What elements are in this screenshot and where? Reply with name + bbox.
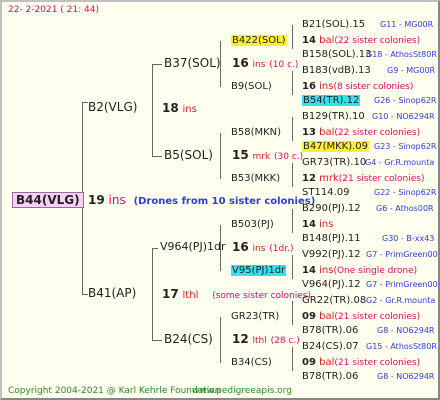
connector — [292, 255, 293, 279]
website-link[interactable]: www.pedigreeapis.org — [192, 385, 292, 397]
gen3-node[interactable]: V95(PJ)1dr — [231, 265, 287, 277]
gen3-stats: 09 bal(21 sister colonies) — [302, 311, 421, 322]
gen3-node[interactable]: B503(PJ) — [231, 219, 274, 231]
gen4-ref: G23 - Sinop62R — [374, 142, 437, 151]
gen4-ref: G8 - NO6294R — [377, 326, 435, 335]
gen4-node[interactable]: B21(SOL).15 — [302, 19, 365, 31]
gen2-stats: 12 lthl (28 c.) — [232, 332, 300, 346]
gen2-node[interactable]: B5(SOL) — [164, 149, 213, 161]
gen2-stats: 15 mrk (30 c.) — [232, 148, 304, 162]
connector — [292, 163, 293, 187]
gen4-node[interactable]: GR22(TR).08 — [302, 295, 366, 307]
gen3-stats: 14 ins(One single drone) — [302, 265, 418, 276]
gen3-stats: 16 ins(8 sister colonies) — [302, 81, 414, 92]
connector — [220, 133, 221, 179]
connector — [152, 248, 158, 249]
copyright-text: Copyright 2004-2021 @ Karl Kehrle Founda… — [8, 386, 221, 396]
connector — [152, 248, 153, 340]
gen3-node[interactable]: B422(SOL) — [231, 35, 287, 47]
root-node[interactable]: B44(VLG) — [12, 192, 84, 208]
connector — [152, 64, 153, 156]
gen4-node[interactable]: B78(TR).06 — [302, 325, 358, 337]
dam-stats: 17 lthl (some sister colonies) — [162, 287, 311, 301]
gen2-node[interactable]: B37(SOL) — [164, 57, 221, 69]
root-stats: 19 ins (Drones from 10 sister colonies) — [88, 193, 316, 207]
gen4-node[interactable]: ST114.09 — [302, 187, 349, 199]
gen4-ref: G8 - NO6294R — [377, 372, 435, 381]
gen3-node[interactable]: B58(MKN) — [231, 127, 281, 139]
gen4-ref: G11 - MG00R — [380, 20, 434, 29]
gen4-ref: G22 - Sinop62R — [374, 188, 437, 197]
gen4-ref: G30 - B-xx43 — [382, 234, 435, 243]
connector — [152, 340, 162, 341]
pedigree-frame: 22- 2-2021 ( 21: 44) B44(VLG) 19 ins (Dr… — [0, 0, 440, 400]
gen2-node[interactable]: B24(CS) — [164, 333, 213, 345]
gen4-node[interactable]: B290(PJ).12 — [302, 203, 361, 215]
sire-stats: 18 ins — [162, 101, 197, 115]
gen4-node[interactable]: B158(SOL).13 — [302, 49, 371, 61]
gen3-stats: 09 bal(21 sister colonies) — [302, 357, 421, 368]
gen2-stats: 16 ins (1dr.) — [232, 240, 294, 254]
connector — [152, 156, 162, 157]
connector — [292, 209, 293, 233]
gen4-node[interactable]: V992(PJ).12 — [302, 249, 361, 261]
gen4-ref: G2 - Gr.R.mounta — [366, 296, 436, 305]
gen4-node[interactable]: B78(TR).06 — [302, 371, 358, 383]
root-name: B44(VLG) — [12, 192, 84, 208]
gen3-node[interactable]: B34(CS) — [231, 357, 272, 369]
gen3-stats: 12 mrk(21 sister colonies) — [302, 173, 425, 184]
gen3-node[interactable]: B53(MKK) — [231, 173, 280, 185]
gen4-ref: G7 - PrimGreen00 — [366, 280, 438, 289]
gen3-stats: 14 bal(22 sister colonies) — [302, 35, 421, 46]
gen4-ref: G4 - Gr.R.mounta — [365, 158, 435, 167]
connector — [292, 347, 293, 371]
gen4-node[interactable]: B183(vdB).13 — [302, 65, 371, 77]
gen4-node[interactable]: V964(PJ).12 — [302, 279, 361, 291]
gen4-node[interactable]: GR73(TR).10 — [302, 157, 366, 169]
gen4-ref: G15 - AthosSt80R — [366, 342, 437, 351]
connector — [292, 117, 293, 141]
gen4-node[interactable]: B54(TR).12 — [302, 95, 361, 107]
gen4-node[interactable]: B24(CS).07 — [302, 341, 359, 353]
gen2-node[interactable]: V964(PJ)1dr — [160, 241, 225, 253]
gen4-ref: G9 - MG00R — [387, 66, 436, 75]
gen4-ref: G18 - AthosSt80R — [366, 50, 437, 59]
gen4-ref: G6 - Athos00R — [376, 204, 434, 213]
gen3-stats: 13 bal(22 sister colonies) — [302, 127, 421, 138]
dam-node[interactable]: B41(AP) — [88, 287, 136, 299]
connector — [292, 301, 293, 325]
gen3-node[interactable]: GR23(TR) — [231, 311, 279, 323]
connector — [152, 64, 162, 65]
gen4-node[interactable]: B47(MKK).09 — [302, 141, 370, 153]
gen4-node[interactable]: B129(TR).10 — [302, 111, 365, 123]
connector — [292, 71, 293, 95]
connector — [292, 25, 293, 49]
gen4-node[interactable]: B148(PJ).11 — [302, 233, 361, 245]
gen4-ref: G7 - PrimGreen00 — [366, 250, 438, 259]
connector — [220, 317, 221, 363]
gen4-ref: G10 - NO6294R — [372, 112, 435, 121]
sire-node[interactable]: B2(VLG) — [88, 101, 137, 113]
gen3-stats: 14 ins — [302, 219, 334, 230]
gen2-stats: 16 ins (10 c.) — [232, 56, 299, 70]
gen4-ref: G26 - Sinop62R — [374, 96, 437, 105]
timestamp: 22- 2-2021 ( 21: 44) — [8, 5, 99, 15]
gen3-node[interactable]: B9(SOL) — [231, 81, 272, 93]
